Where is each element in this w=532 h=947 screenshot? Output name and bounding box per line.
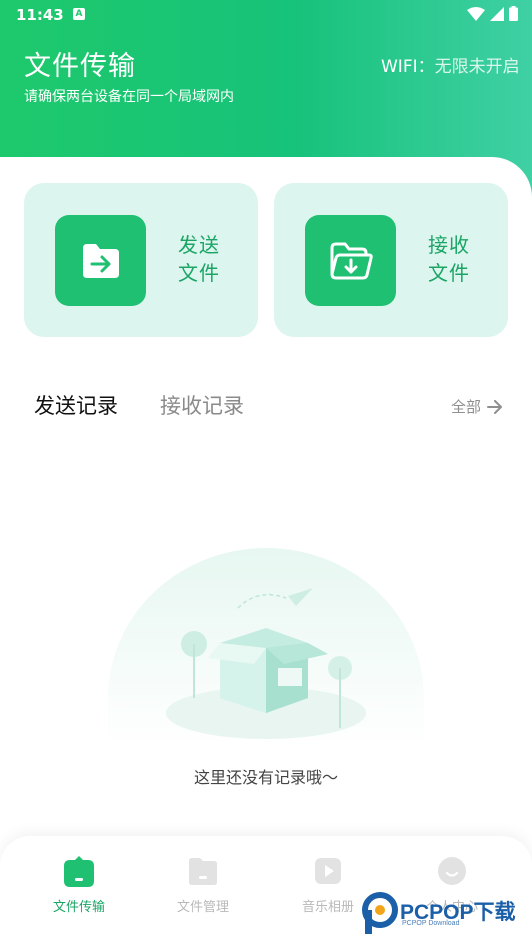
- cell-signal-icon: [490, 6, 504, 21]
- receive-file-tile: [305, 215, 396, 306]
- pcpop-watermark: PCPOP下载 PCPOP Download: [360, 888, 532, 938]
- wifi-status: WIFI：无限未开启: [381, 52, 532, 77]
- page-subtitle: 请确保两台设备在同一个局域网内: [24, 89, 234, 105]
- wifi-label: WIFI：: [381, 57, 435, 77]
- receive-file-card[interactable]: 接收 文件: [274, 183, 508, 337]
- status-bar: 11:43 A: [0, 0, 532, 30]
- empty-state-message: 这里还没有记录哦～: [193, 768, 338, 787]
- send-file-card[interactable]: 发送 文件: [24, 183, 258, 337]
- pcpop-logo-icon: [362, 892, 398, 934]
- tab-send-records[interactable]: 发送记录: [32, 390, 126, 421]
- receive-file-label: 接收 文件: [428, 233, 470, 285]
- empty-box-illustration: [108, 548, 424, 748]
- view-all-link[interactable]: 全部: [451, 396, 503, 417]
- status-time: 11:43: [16, 6, 64, 24]
- wifi-value: 无限未开启: [434, 57, 520, 77]
- notification-a-icon: A: [73, 8, 85, 20]
- send-file-label: 发送 文件: [178, 233, 220, 285]
- home-folder-icon: [64, 856, 94, 887]
- send-file-tile: [55, 215, 146, 306]
- watermark-sub: PCPOP Download: [402, 920, 460, 927]
- arrow-right-icon: [487, 399, 503, 414]
- folder-send-icon: [82, 243, 119, 278]
- wifi-signal-icon: [467, 6, 485, 21]
- page-title: 文件传输: [24, 51, 136, 82]
- nav-file-transfer[interactable]: 文件传输: [29, 854, 129, 915]
- profile-icon: [438, 857, 466, 885]
- music-album-icon: [315, 858, 341, 884]
- view-all-label: 全部: [451, 398, 482, 416]
- folder-receive-icon: [330, 242, 373, 279]
- file-manager-icon: [189, 858, 217, 885]
- tab-receive-records[interactable]: 接收记录: [160, 390, 244, 420]
- status-icons: [467, 6, 518, 21]
- battery-icon: [509, 6, 518, 21]
- nav-file-manager[interactable]: 文件管理: [153, 854, 253, 915]
